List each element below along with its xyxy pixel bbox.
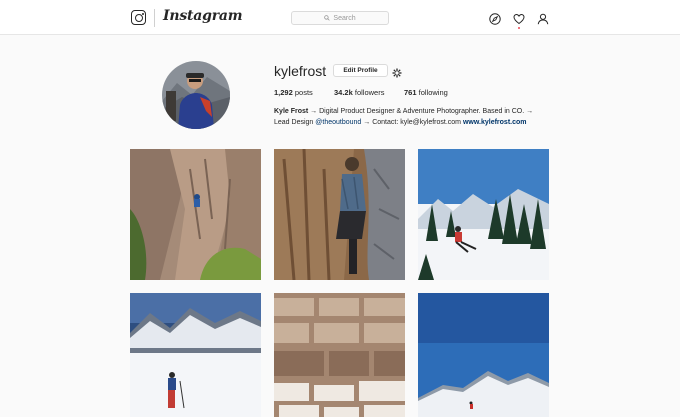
profile-stats: 1,292 posts 34.2k followers 761 followin… (274, 88, 448, 97)
followers-label: followers (354, 88, 385, 97)
followers-stat[interactable]: 34.2k followers (334, 88, 404, 97)
bio-full-name: Kyle Frost (274, 108, 309, 115)
settings-gear-icon[interactable] (392, 65, 402, 78)
instagram-wordmark[interactable]: Instagram (163, 8, 243, 24)
post-snowy-mountain-blue-sky[interactable] (418, 293, 549, 417)
post-rock-climber-canyon[interactable] (130, 149, 261, 280)
following-count: 761 (404, 88, 417, 97)
post-woman-climbing-boulder[interactable] (274, 149, 405, 280)
followers-count: 34.2k (334, 88, 353, 97)
bio-mention-link[interactable]: @theoutbound (315, 119, 361, 126)
posts-label: posts (294, 88, 313, 97)
profile-person-icon[interactable] (537, 12, 549, 25)
search-icon (324, 15, 331, 21)
activity-heart-icon[interactable] (513, 12, 525, 25)
following-label: following (418, 88, 448, 97)
bio-text-1: → Digital Product Designer & Adventure P… (308, 108, 534, 115)
top-navigation-bar: Instagram Search (0, 0, 680, 35)
notification-dot (518, 27, 520, 29)
profile-bio: Kyle Frost → Digital Product Designer & … (274, 106, 564, 128)
explore-compass-icon[interactable] (489, 12, 501, 25)
profile-avatar[interactable] (162, 61, 230, 129)
instagram-camera-icon[interactable] (131, 10, 146, 25)
profile-username: kylefrost (274, 63, 327, 79)
following-stat[interactable]: 761 following (404, 88, 448, 97)
post-salt-terraces[interactable] (274, 293, 405, 417)
post-ski-tourer-mountains[interactable] (130, 293, 261, 417)
search-placeholder: Search (333, 14, 356, 22)
edit-profile-button[interactable]: Edit Profile (333, 64, 388, 77)
bio-text-2: Lead Design (274, 119, 316, 126)
posts-stat: 1,292 posts (274, 88, 334, 97)
post-skier-pine-forest[interactable] (418, 149, 549, 280)
logo-divider (154, 9, 155, 27)
posts-count: 1,292 (274, 88, 293, 97)
bio-website-link[interactable]: www.kylefrost.com (463, 119, 527, 126)
bio-text-3: → Contact: kyle@kylefrost.com (361, 119, 463, 126)
search-input[interactable]: Search (291, 11, 389, 25)
